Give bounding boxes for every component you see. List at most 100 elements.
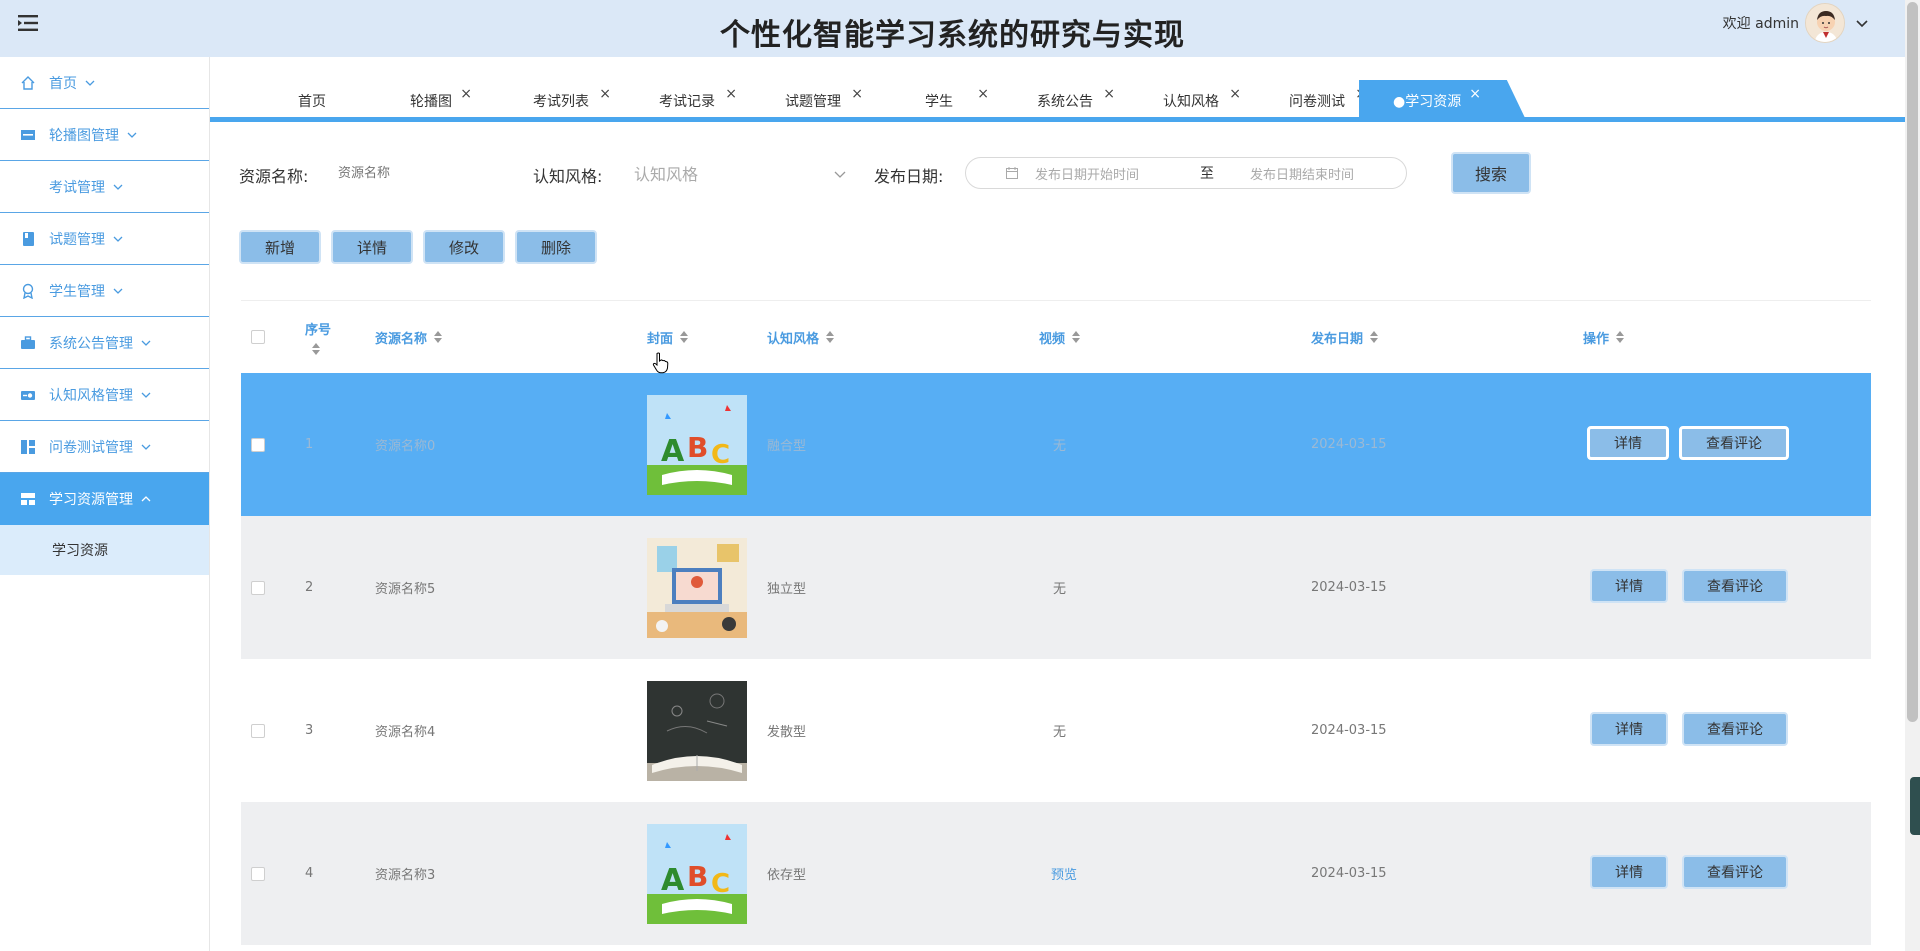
sidebar-item-announcements[interactable]: 系统公告管理 (0, 317, 209, 369)
scroll-thumb[interactable] (1907, 2, 1918, 722)
cell-name: 资源名称0 (375, 439, 436, 454)
resource-name-input[interactable] (338, 159, 508, 187)
row-view-comments-button[interactable]: 查看评论 (1682, 855, 1788, 889)
column-header-ops[interactable]: 操作 (1583, 301, 1625, 373)
sidebar-item-students[interactable]: 学生管理 (0, 265, 209, 317)
app-title: 个性化智能学习系统的研究与实现 (720, 18, 1185, 53)
date-start-input[interactable]: 发布日期开始时间 (1035, 164, 1175, 183)
search-button[interactable]: 搜索 (1451, 152, 1531, 194)
tab-label: 问卷测试 (1289, 94, 1345, 110)
row-detail-button[interactable]: 详情 (1590, 712, 1668, 746)
tab-question-mgmt[interactable]: 试题管理 × (751, 80, 875, 122)
row-view-comments-button[interactable]: 查看评论 (1679, 426, 1789, 460)
sidebar-item-learning-resources[interactable]: 学习资源管理 (0, 473, 209, 525)
table-row[interactable]: 2 资源名称5 独立型 无 2024-03-15 详情 查看评论 (241, 516, 1871, 659)
table-row[interactable]: 3 资源名称4 发散型 无 2024-03-15 详情 查看评论 (241, 659, 1871, 802)
table-row[interactable]: 1 资源名称0 ABC 融合型 无 2024-03-15 详情 查看评论 (241, 373, 1871, 516)
edit-button[interactable]: 修改 (423, 230, 505, 264)
cell-video: 无 (1053, 725, 1067, 740)
sidebar-item-survey[interactable]: 问卷测试管理 (0, 421, 209, 473)
close-icon[interactable]: × (599, 86, 611, 102)
row-detail-button[interactable]: 详情 (1590, 569, 1668, 603)
date-end-input[interactable]: 发布日期结束时间 (1250, 164, 1354, 183)
sidebar-item-exams[interactable]: 考试管理 (0, 161, 209, 213)
avatar[interactable] (1805, 3, 1845, 43)
tab-label: ●学习资源 (1393, 94, 1462, 110)
sort-icon[interactable] (679, 330, 689, 344)
sort-icon[interactable] (311, 342, 321, 356)
side-widget-handle[interactable] (1910, 777, 1920, 835)
hand-cursor-icon (652, 352, 669, 374)
sidebar-item-questions[interactable]: 试题管理 (0, 213, 209, 265)
column-header-date[interactable]: 发布日期 (1311, 301, 1379, 373)
sort-icon[interactable] (825, 330, 835, 344)
chevron-down-icon (141, 392, 151, 398)
column-header-name[interactable]: 资源名称 (375, 301, 443, 373)
close-icon[interactable]: × (1103, 86, 1115, 102)
sort-icon[interactable] (433, 330, 443, 344)
column-label: 操作 (1583, 331, 1610, 347)
sort-icon[interactable] (1615, 330, 1625, 344)
column-header-index[interactable]: 序号 (305, 301, 331, 373)
sidebar-item-cognitive-style[interactable]: 认知风格管理 (0, 369, 209, 421)
chevron-down-icon (113, 236, 123, 242)
close-icon[interactable]: × (851, 86, 863, 102)
cell-index: 3 (305, 723, 314, 738)
cell-cover (647, 516, 747, 659)
cell-date: 2024-03-15 (1311, 580, 1387, 595)
close-icon[interactable]: × (977, 86, 989, 102)
close-icon[interactable]: × (460, 86, 472, 102)
tab-label: 首页 (298, 94, 326, 110)
chevron-up-icon (141, 496, 151, 502)
close-icon[interactable]: × (1229, 86, 1241, 102)
tab-students[interactable]: 学生 × (877, 80, 1001, 122)
cognitive-style-select[interactable]: 认知风格 (632, 155, 846, 191)
sidebar-item-label: 系统公告管理 (49, 335, 133, 352)
cell-video-preview-link[interactable]: 预览 (1051, 802, 1077, 945)
tab-carousel[interactable]: 轮播图 × (379, 80, 483, 122)
tab-learning-resources[interactable]: ●学习资源 × (1359, 80, 1527, 122)
row-checkbox[interactable] (251, 516, 265, 659)
row-checkbox[interactable] (251, 802, 265, 945)
sidebar-subitem-learning-resource[interactable]: 学习资源 (0, 525, 209, 575)
sidebar-item-label: 试题管理 (49, 231, 105, 248)
tab-exam-records[interactable]: 考试记录 × (625, 80, 749, 122)
close-icon[interactable]: × (1469, 86, 1481, 102)
cover-image: ABC (647, 394, 747, 495)
publish-date-range-picker[interactable]: 发布日期开始时间 至 发布日期结束时间 (965, 157, 1407, 189)
sidebar-item-home[interactable]: 首页 (0, 57, 209, 109)
sidebar-item-label: 认知风格管理 (49, 387, 133, 404)
tab-label: 考试记录 (659, 94, 715, 110)
sort-icon[interactable] (1369, 330, 1379, 344)
briefcase-icon (19, 334, 37, 352)
delete-button[interactable]: 删除 (515, 230, 597, 264)
row-detail-button[interactable]: 详情 (1587, 426, 1669, 460)
chevron-down-icon (127, 132, 137, 138)
row-checkbox[interactable] (251, 373, 265, 516)
svg-text:B: B (687, 431, 708, 464)
sidebar-item-carousel[interactable]: 轮播图管理 (0, 109, 209, 161)
select-all-checkbox[interactable] (251, 301, 265, 373)
welcome-text: 欢迎 admin (1722, 16, 1799, 32)
row-checkbox[interactable] (251, 659, 265, 802)
tab-cognitive-style[interactable]: 认知风格 × (1129, 80, 1253, 122)
column-header-video[interactable]: 视频 (1039, 301, 1081, 373)
tab-exam-list[interactable]: 考试列表 × (499, 80, 623, 122)
tab-announcements[interactable]: 系统公告 × (1003, 80, 1127, 122)
user-menu[interactable]: 欢迎 admin (1723, 3, 1869, 43)
column-label: 发布日期 (1311, 331, 1364, 347)
row-view-comments-button[interactable]: 查看评论 (1682, 712, 1788, 746)
badge-icon (19, 282, 37, 300)
sort-icon[interactable] (1071, 330, 1081, 344)
row-view-comments-button[interactable]: 查看评论 (1682, 569, 1788, 603)
top-header: 个性化智能学习系统的研究与实现 欢迎 admin (0, 0, 1905, 57)
column-header-style[interactable]: 认知风格 (767, 301, 835, 373)
close-icon[interactable]: × (725, 86, 737, 102)
chevron-down-icon[interactable] (1855, 16, 1869, 30)
detail-button[interactable]: 详情 (331, 230, 413, 264)
row-detail-button[interactable]: 详情 (1590, 855, 1668, 889)
cell-cover (647, 659, 747, 802)
table-row[interactable]: 4 资源名称3 ABC 依存型 预览 2024-03-15 详情 查看评论 (241, 802, 1871, 945)
add-button[interactable]: 新增 (239, 230, 321, 264)
tab-home[interactable]: 首页 (260, 80, 364, 122)
